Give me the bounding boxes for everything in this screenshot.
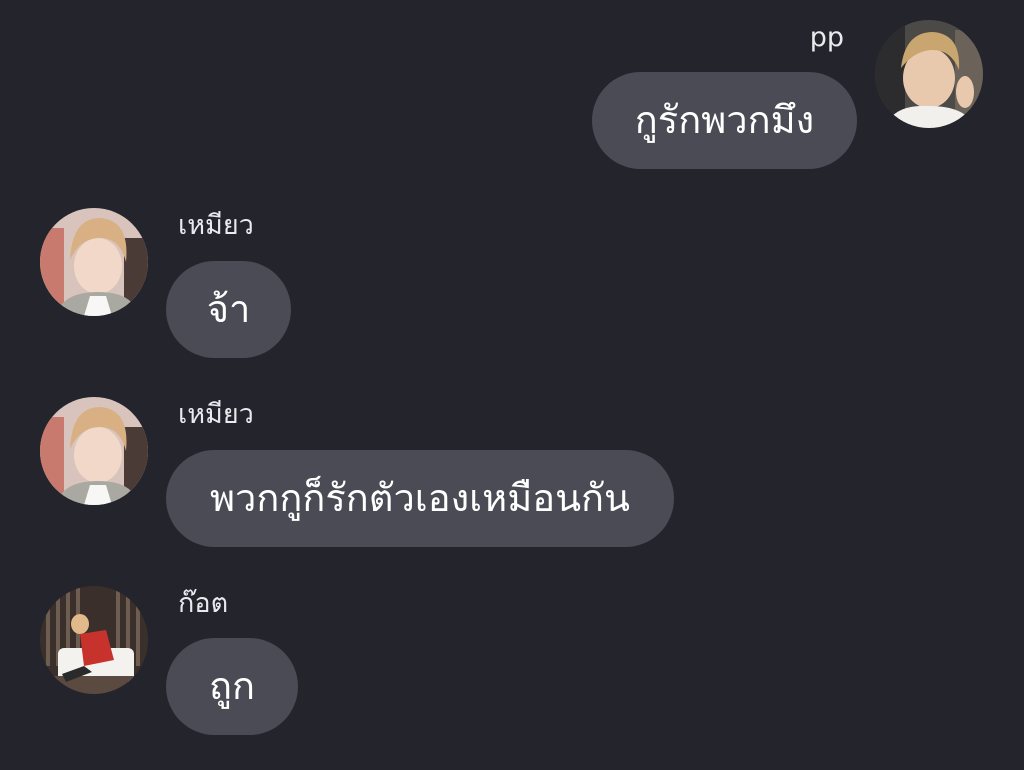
avatar-photo-icon — [40, 397, 148, 505]
chat-thread: pp กูรักพวกมึง เหมียว จ้า เหมียว พวกกูก็… — [0, 0, 1024, 770]
avatar-photo-icon — [40, 208, 148, 316]
message-bubble[interactable]: จ้า — [166, 261, 291, 358]
message-bubble[interactable]: กูรักพวกมึง — [592, 72, 857, 169]
avatar[interactable] — [40, 397, 148, 505]
message-bubble[interactable]: พวกกูก็รักตัวเองเหมือนกัน — [166, 450, 674, 547]
avatar[interactable] — [40, 586, 148, 694]
message-bubble[interactable]: ถูก — [166, 638, 298, 735]
avatar[interactable] — [40, 208, 148, 316]
sender-name: เหมียว — [178, 210, 254, 241]
avatar-photo-icon — [875, 20, 983, 128]
sender-name: ก๊อต — [178, 588, 229, 619]
avatar-photo-icon — [40, 586, 148, 694]
avatar[interactable] — [875, 20, 983, 128]
sender-name: เหมียว — [178, 399, 254, 430]
sender-name: pp — [809, 22, 844, 53]
